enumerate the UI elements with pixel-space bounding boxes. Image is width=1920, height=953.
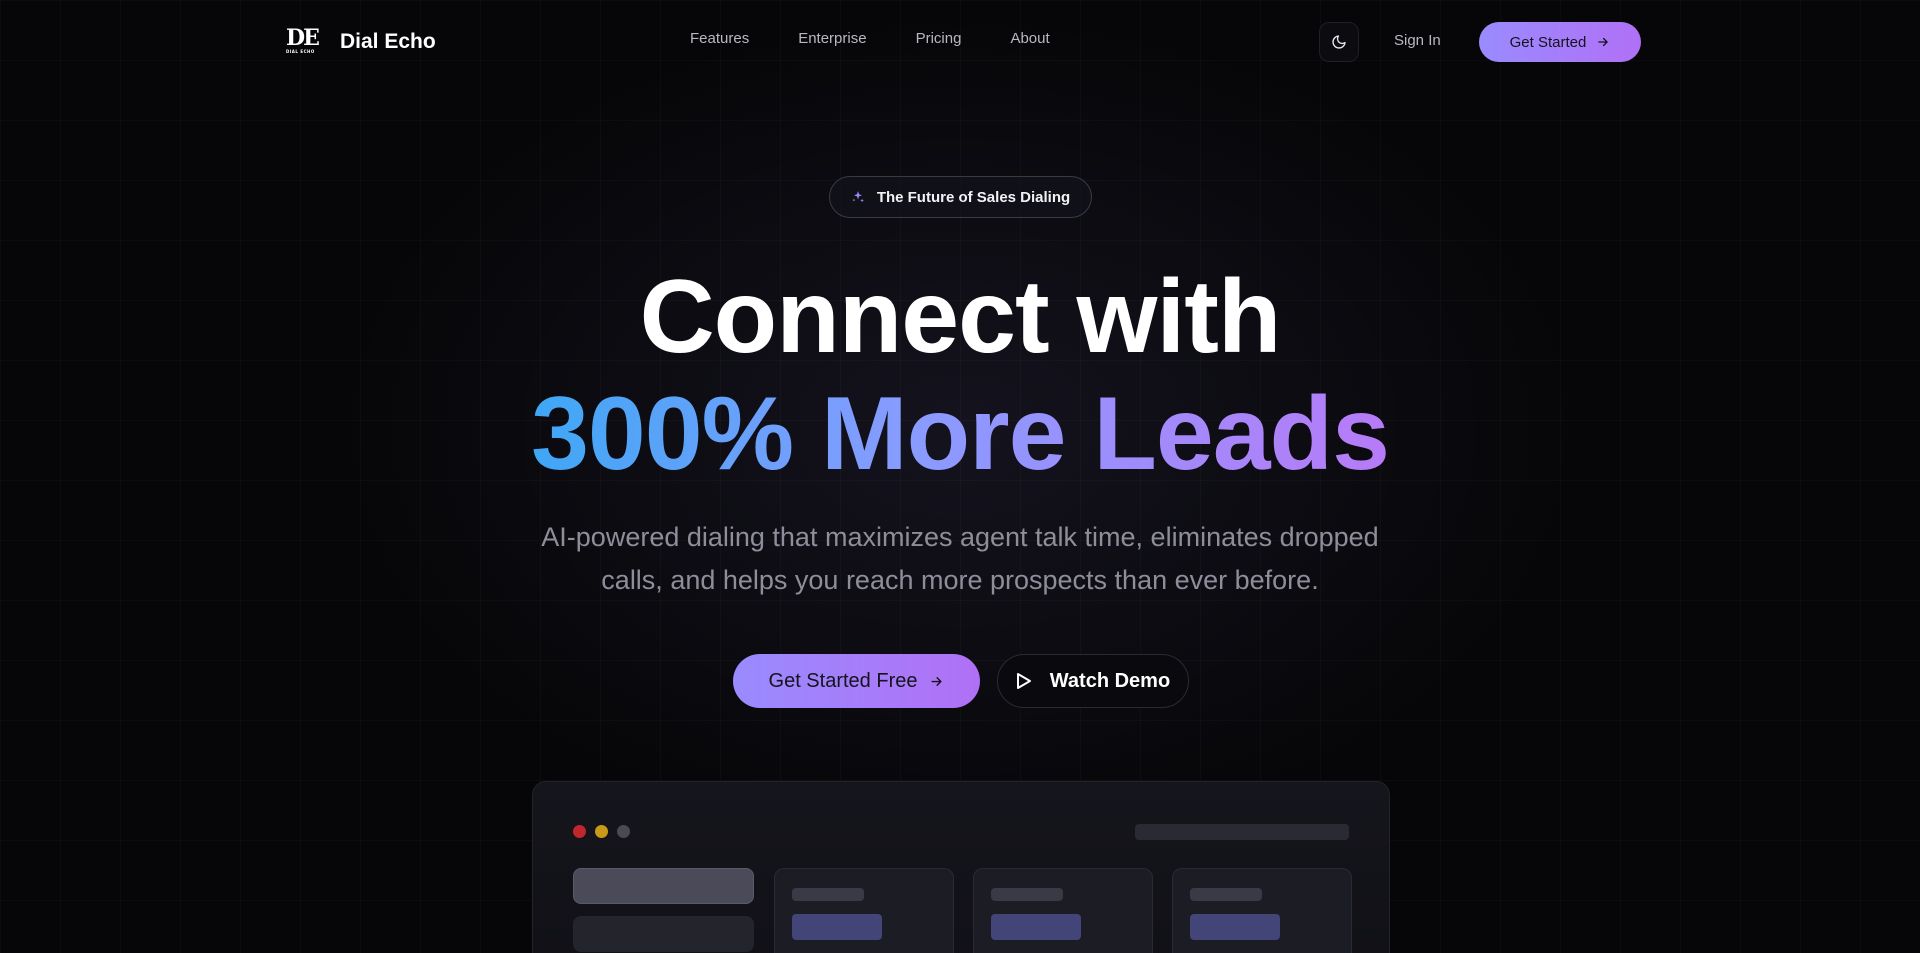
- get-started-free-label: Get Started Free: [768, 669, 918, 692]
- stat-card-placeholder: [774, 868, 954, 953]
- dial-echo-logo: DE DIAL ECHO: [286, 27, 324, 57]
- nav-links: Features Enterprise Pricing About: [690, 30, 1050, 47]
- stat-card-label-placeholder: [792, 888, 864, 901]
- nav-get-started-button[interactable]: Get Started: [1479, 22, 1641, 62]
- play-icon: [1016, 673, 1031, 689]
- watch-demo-label: Watch Demo: [1049, 669, 1171, 692]
- hero-subtext-line2: calls, and helps you reach more prospect…: [601, 565, 1319, 595]
- nav-link-about[interactable]: About: [1010, 30, 1049, 47]
- landing-page: DE DIAL ECHO Dial Echo Features Enterpri…: [0, 0, 1920, 953]
- nav-link-pricing[interactable]: Pricing: [916, 30, 962, 47]
- hero-badge: The Future of Sales Dialing: [829, 176, 1092, 218]
- theme-toggle-button[interactable]: [1319, 22, 1359, 62]
- stat-card-value-placeholder: [991, 914, 1081, 940]
- logo-subtext: DIAL ECHO: [286, 49, 315, 54]
- nav-link-features[interactable]: Features: [690, 30, 749, 47]
- nav-link-enterprise[interactable]: Enterprise: [798, 30, 866, 47]
- nav-get-started-label: Get Started: [1509, 33, 1587, 51]
- window-maximize-dot: [617, 825, 630, 838]
- window-close-dot: [573, 825, 586, 838]
- brand-name: Dial Echo: [340, 30, 436, 53]
- stat-card-placeholder: [973, 868, 1153, 953]
- stat-card-label-placeholder: [991, 888, 1063, 901]
- sign-in-link[interactable]: Sign In: [1394, 32, 1441, 49]
- hero-headline-gradient-text: 300% More Leads: [531, 376, 1390, 492]
- hero-headline-line1: Connect with: [639, 259, 1282, 375]
- hero-subtext: AI-powered dialing that maximizes agent …: [510, 516, 1410, 602]
- window-controls: [573, 825, 630, 838]
- get-started-free-button[interactable]: Get Started Free: [733, 654, 980, 708]
- arrow-right-icon: [1598, 37, 1609, 47]
- hero-headline-line2: 300% More Leads: [0, 375, 1920, 493]
- stat-card-value-placeholder: [1190, 914, 1280, 940]
- watch-demo-button[interactable]: Watch Demo: [997, 654, 1189, 708]
- address-bar-placeholder: [1135, 824, 1349, 840]
- top-navbar: DE DIAL ECHO Dial Echo Features Enterpri…: [0, 0, 1920, 84]
- stat-card-label-placeholder: [1190, 888, 1262, 901]
- moon-icon: [1332, 35, 1346, 49]
- logo-mark: DE: [286, 25, 320, 51]
- dashboard-preview: [532, 781, 1390, 953]
- brand-home-link[interactable]: DE DIAL ECHO Dial Echo: [286, 27, 436, 57]
- sidebar-item-active-placeholder: [573, 868, 754, 904]
- hero-subtext-line1: AI-powered dialing that maximizes agent …: [541, 522, 1379, 552]
- window-minimize-dot: [595, 825, 608, 838]
- stat-card-value-placeholder: [792, 914, 882, 940]
- sidebar-item-placeholder: [573, 916, 754, 952]
- stat-card-placeholder: [1172, 868, 1352, 953]
- arrow-right-icon: [931, 676, 943, 686]
- sparkles-icon: [852, 191, 864, 203]
- hero-badge-text: The Future of Sales Dialing: [876, 188, 1071, 206]
